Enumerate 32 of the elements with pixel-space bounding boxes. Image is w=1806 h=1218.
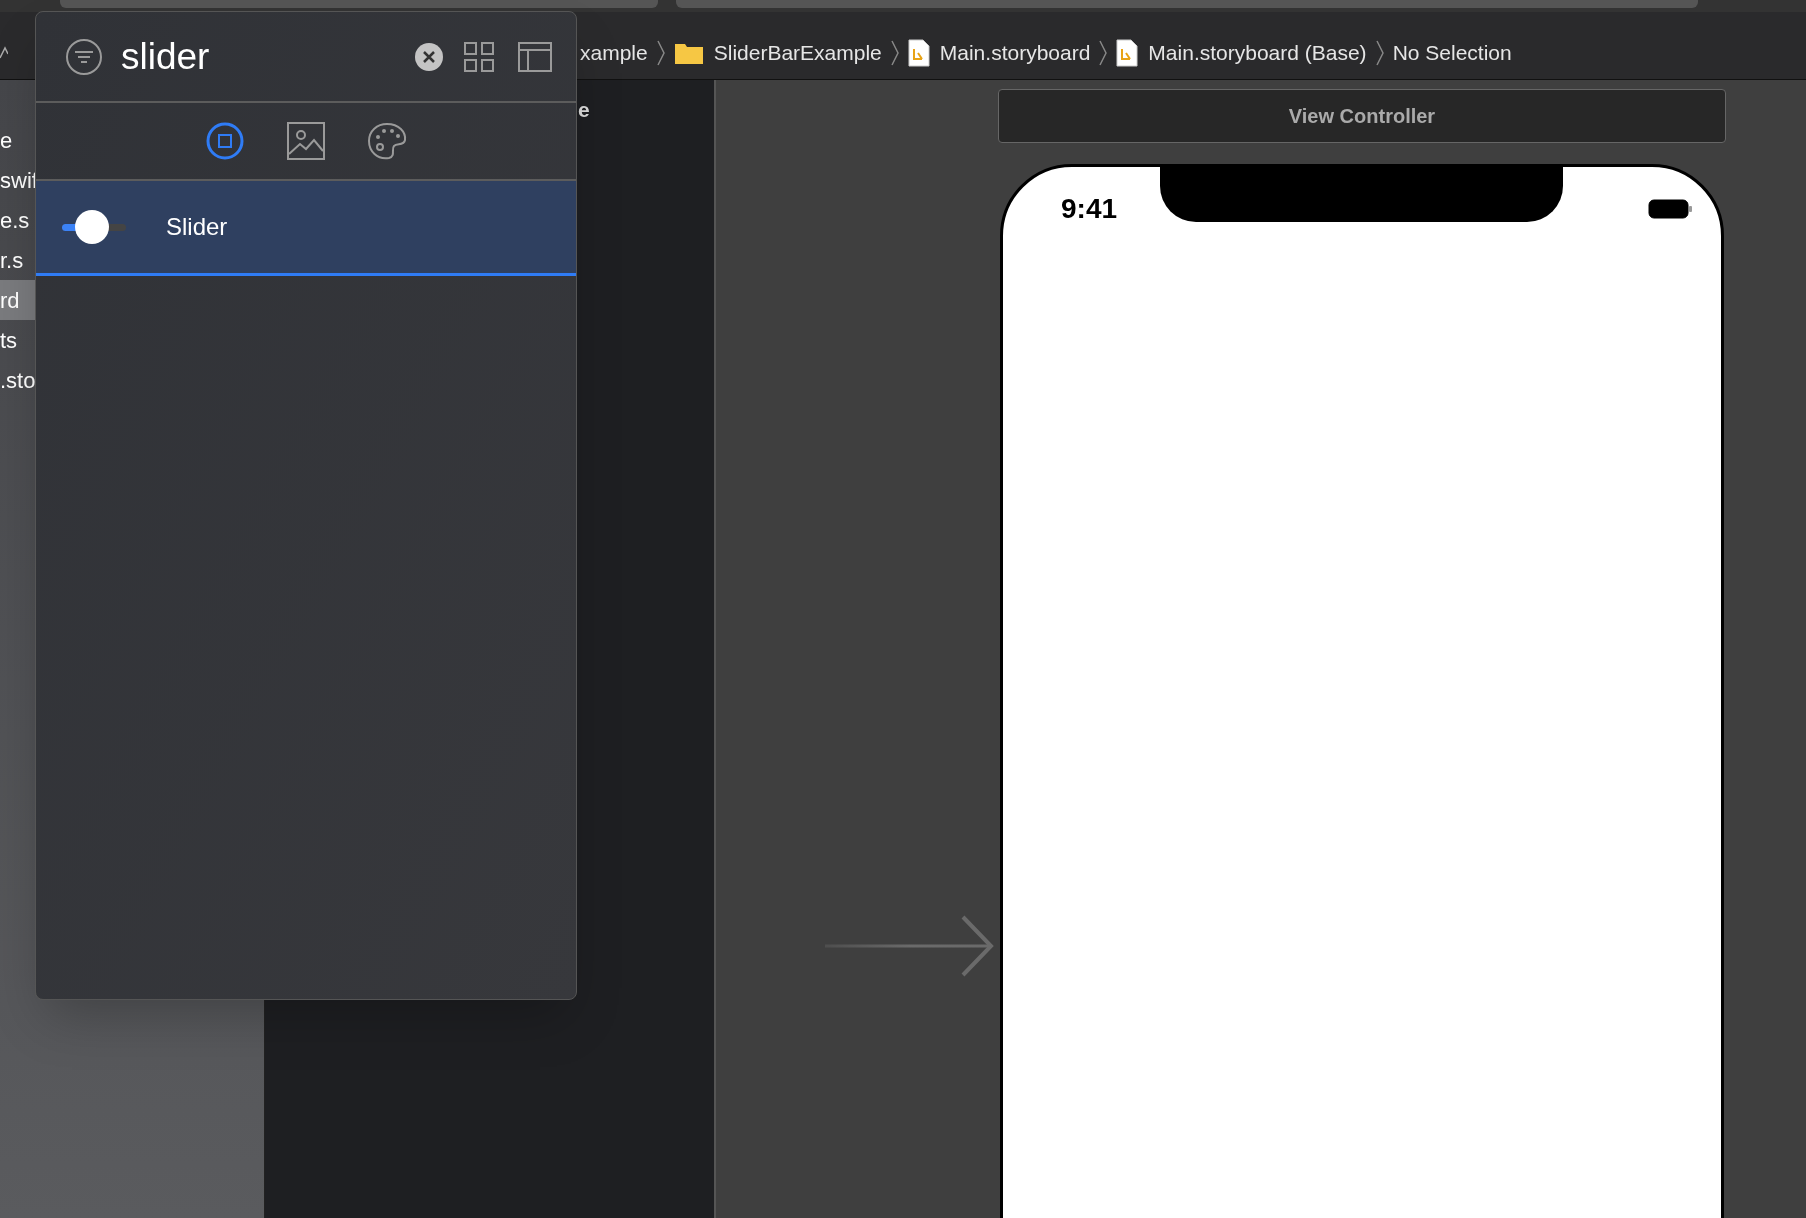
status-time: 9:41	[1061, 192, 1118, 226]
clear-icon[interactable]	[414, 41, 444, 72]
navigator-item[interactable]: e.s	[0, 200, 35, 240]
color-library-tab[interactable]	[367, 121, 407, 161]
chevron-icon	[655, 38, 666, 67]
navigator-item[interactable]: rd	[0, 280, 35, 320]
navigator-item[interactable]: ts	[0, 320, 35, 360]
breadcrumb-item[interactable]: No Selection	[1392, 36, 1512, 69]
navigator-item[interactable]: e	[0, 120, 35, 160]
scene-title-bar[interactable]: View Controller	[998, 89, 1726, 143]
chevron-icon	[1374, 38, 1385, 67]
storyboard-file-icon	[1116, 38, 1139, 67]
navigator-item[interactable]: .sto	[0, 360, 35, 400]
slider-preview-icon	[62, 210, 126, 244]
chevron-icon	[1098, 38, 1109, 67]
media-library-tab[interactable]	[286, 121, 326, 161]
object-library-tab[interactable]	[205, 121, 245, 161]
result-label: Slider	[166, 212, 228, 242]
search-field[interactable]: slider	[121, 28, 414, 85]
navigator-item[interactable]: r.s	[0, 240, 35, 280]
chevron-icon	[889, 38, 900, 67]
layout-icon[interactable]	[518, 41, 552, 72]
storyboard-file-icon	[907, 38, 930, 67]
grid-icon[interactable]	[464, 41, 494, 72]
breadcrumb-item[interactable]: xample	[580, 36, 648, 69]
breadcrumb-item[interactable]: SliderBarExample	[713, 36, 882, 69]
outline-item[interactable]: e	[578, 98, 590, 121]
filter-icon[interactable]	[65, 37, 103, 76]
library-result-row[interactable]: Slider	[36, 181, 576, 276]
breadcrumb-item[interactable]: Main.storyboard	[939, 36, 1091, 69]
breadcrumb-item[interactable]: Main.storyboard (Base)	[1148, 36, 1367, 69]
battery-icon	[1648, 198, 1693, 220]
